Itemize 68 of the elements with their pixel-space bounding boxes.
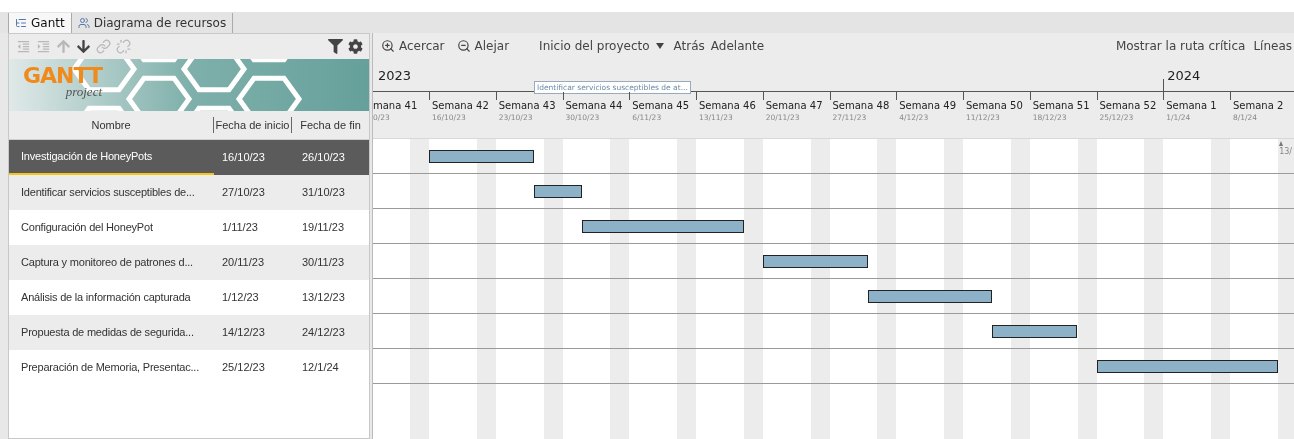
week-label: Semana 43	[498, 100, 557, 113]
week-label: mana 41	[373, 100, 419, 113]
task-name: Identificar servicios susceptibles de...	[20, 185, 196, 201]
task-name: Configuración del HoneyPot	[20, 220, 154, 236]
task-row[interactable]: Propuesta de medidas de segurida... 14/12/23 24/12/23	[9, 315, 369, 350]
week-label: Semana 42	[432, 100, 490, 113]
column-header[interactable]: Fecha de fin	[292, 116, 369, 134]
end-date: 24/12/23	[301, 325, 346, 341]
start-date: 27/10/23	[221, 185, 266, 201]
end-date: 26/10/23	[301, 150, 346, 166]
week-label: Semana 44	[565, 100, 624, 113]
marker-label: 13/	[1279, 146, 1292, 158]
zoom-in-icon	[381, 38, 395, 53]
navigation-dropdown[interactable]: Inicio del proyecto	[539, 36, 664, 55]
task-row[interactable]: Captura y monitoreo de patrones d... 20/11/23 30/11/23	[9, 245, 369, 280]
task-name: Análisis de la información capturada	[20, 290, 192, 306]
week-label: Semana 48	[832, 100, 891, 113]
start-date: 1/12/23	[221, 290, 260, 306]
start-date: 14/12/23	[221, 325, 266, 341]
list-tree-icon	[15, 17, 27, 29]
logo-title: GANTT	[23, 65, 102, 87]
column-header[interactable]: Fecha de inicio	[214, 116, 292, 134]
start-date: 25/12/23	[221, 360, 266, 376]
zoom-out-button[interactable]: Alejar	[456, 36, 510, 55]
task-bar[interactable]	[762, 255, 868, 268]
tab[interactable]: Gantt	[8, 13, 72, 33]
start-date: 16/10/23	[221, 150, 266, 166]
year-label: 2023	[378, 67, 412, 85]
end-date: 12/1/24	[301, 360, 340, 376]
task-bar[interactable]	[581, 220, 744, 233]
week-label: Semana 1	[1166, 100, 1218, 113]
end-date: 30/11/23	[301, 255, 345, 271]
week-label: Semana 2	[1233, 100, 1285, 113]
lines-button[interactable]: Líneas	[1253, 36, 1292, 55]
task-bar[interactable]	[991, 325, 1078, 338]
start-date: 20/11/23	[221, 255, 265, 271]
task-bar[interactable]	[533, 185, 582, 198]
task-name: Captura y monitoreo de patrones d...	[20, 255, 194, 271]
week-label: Semana 47	[765, 100, 824, 113]
task-row[interactable]: Identificar servicios susceptibles de... 27/10/23 31/10/23	[9, 175, 369, 210]
end-date: 31/10/23	[301, 185, 346, 201]
task-bar[interactable]	[429, 150, 534, 163]
end-date: 13/12/23	[301, 290, 346, 306]
users-icon	[77, 17, 90, 29]
logo-subtitle: project	[65, 85, 102, 98]
year-label: 2024	[1167, 67, 1201, 85]
start-date: 1/11/23	[221, 220, 259, 236]
task-bar[interactable]	[867, 290, 992, 303]
back-button[interactable]: Atrás	[673, 36, 705, 55]
week-label: Semana 52	[1099, 100, 1158, 113]
task-name: Preparación de Memoria, Presentac...	[20, 360, 201, 376]
zoom-out-icon	[456, 38, 471, 53]
week-label: Semana 49	[899, 100, 957, 113]
forward-button[interactable]: Adelante	[710, 36, 765, 55]
column-header[interactable]: Nombre	[9, 116, 214, 134]
zoom-in-button[interactable]: Acercar	[381, 36, 445, 55]
task-row[interactable]: Investigación de HoneyPots 16/10/23 26/10/23	[9, 140, 369, 175]
triangle-marker-icon	[1279, 141, 1284, 146]
week-label: Semana 46	[699, 100, 757, 113]
week-label: Semana 45	[632, 100, 690, 113]
week-label: Semana 51	[1032, 100, 1091, 113]
caret-icon	[655, 42, 664, 49]
filter-button[interactable]	[325, 36, 345, 57]
task-bar[interactable]	[1096, 360, 1278, 373]
critical-path-button[interactable]: Mostrar la ruta crítica	[1115, 36, 1246, 55]
end-date: 19/11/23	[301, 220, 345, 236]
task-name: Propuesta de medidas de segurida...	[20, 325, 195, 341]
week-label: Semana 50	[966, 100, 1024, 113]
